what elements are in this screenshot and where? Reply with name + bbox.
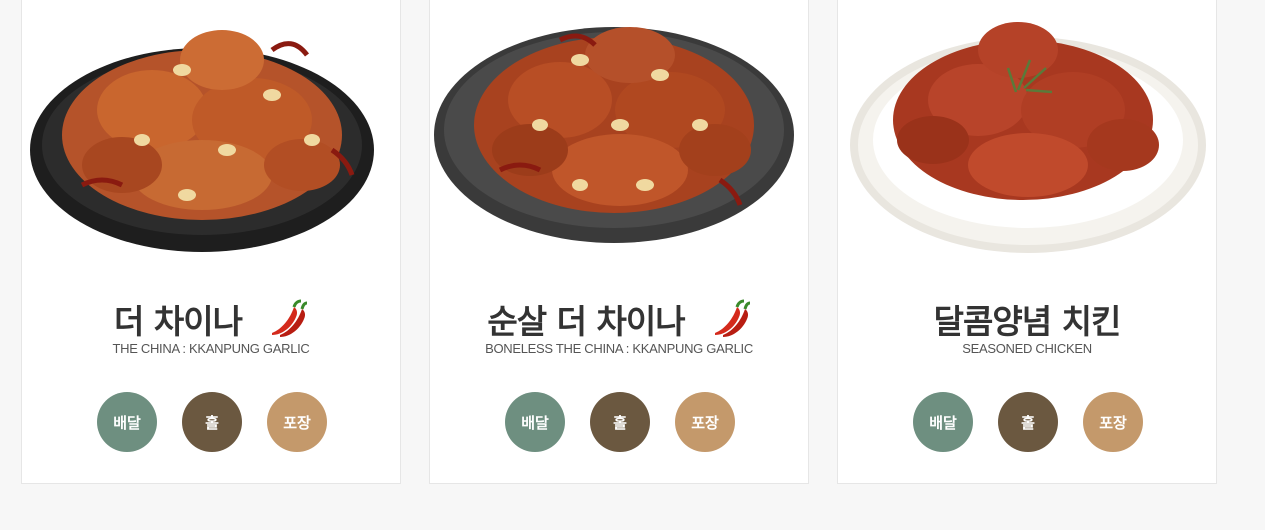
- delivery-button[interactable]: 배달: [505, 392, 565, 452]
- menu-photo[interactable]: [430, 0, 810, 270]
- menu-subtitle: SEASONED CHICKEN: [962, 341, 1092, 356]
- menu-title: 순살 더 차이나: [487, 302, 685, 341]
- page-scrollbar[interactable]: [1245, 0, 1265, 530]
- chicken-plate-image: [30, 30, 374, 252]
- chicken-plate-image: [850, 22, 1206, 253]
- chicken-plate-image: [434, 27, 794, 243]
- menu-card-boneless-the-china[interactable]: 순살 더 차이나 BONELESS THE CHINA : KKANPUNG G…: [429, 0, 809, 484]
- chili-pepper-icon: [714, 299, 750, 337]
- delivery-button[interactable]: 배달: [913, 392, 973, 452]
- order-type-buttons: 배달 홀 포장: [505, 392, 737, 452]
- takeout-button[interactable]: 포장: [267, 392, 327, 452]
- menu-card-the-china[interactable]: 더 차이나 THE CHINA : KKANPUNG GARLIC 배달 홀 포…: [21, 0, 401, 484]
- hall-button[interactable]: 홀: [590, 392, 650, 452]
- chili-pepper-icon: [271, 299, 308, 337]
- menu-title: 더 차이나: [114, 302, 243, 341]
- delivery-button[interactable]: 배달: [97, 392, 157, 452]
- menu-subtitle: BONELESS THE CHINA : KKANPUNG GARLIC: [485, 341, 753, 356]
- menu-photo[interactable]: [22, 0, 402, 270]
- menu-title: 달콤양념 치킨: [933, 302, 1122, 341]
- hall-button[interactable]: 홀: [998, 392, 1058, 452]
- hall-button[interactable]: 홀: [182, 392, 242, 452]
- menu-photo[interactable]: [838, 0, 1218, 270]
- menu-card-seasoned-chicken[interactable]: 달콤양념 치킨 SEASONED CHICKEN 배달 홀 포장: [837, 0, 1217, 484]
- menu-subtitle: THE CHINA : KKANPUNG GARLIC: [112, 341, 310, 356]
- order-type-buttons: 배달 홀 포장: [913, 392, 1145, 452]
- order-type-buttons: 배달 홀 포장: [97, 392, 329, 452]
- takeout-button[interactable]: 포장: [1083, 392, 1143, 452]
- takeout-button[interactable]: 포장: [675, 392, 735, 452]
